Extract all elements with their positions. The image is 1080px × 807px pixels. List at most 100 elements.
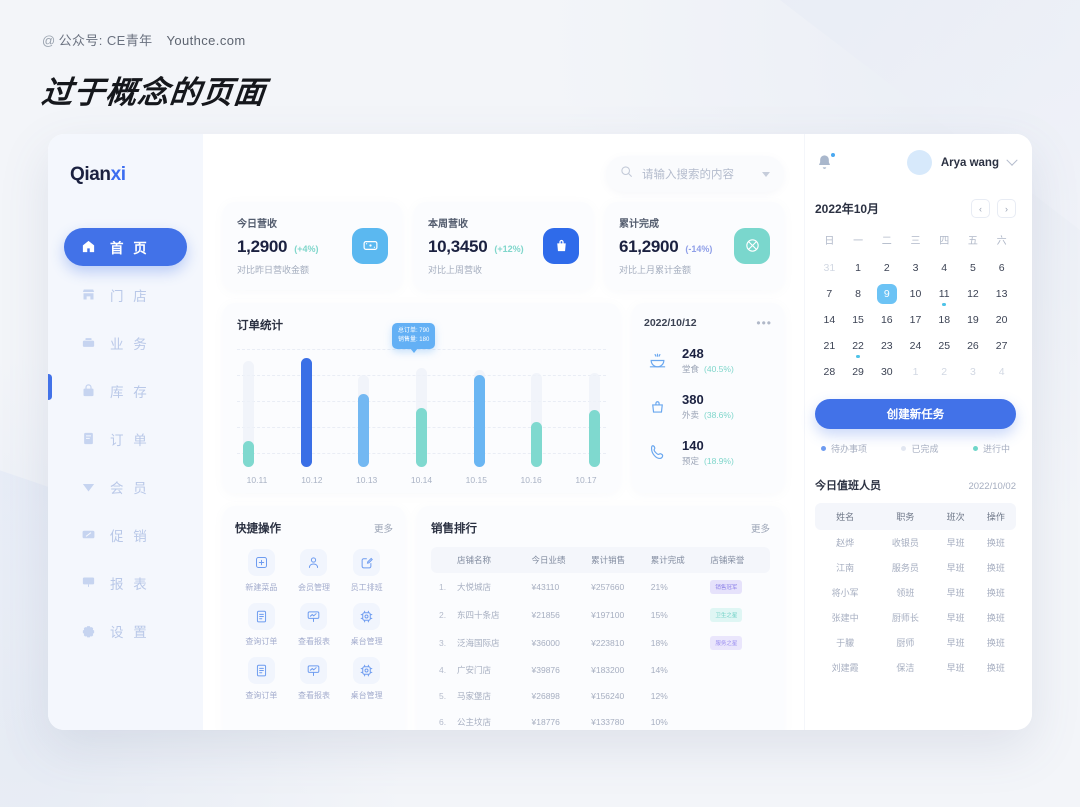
sidebar-item-2[interactable]: 门 店 — [64, 276, 187, 314]
sidebar-item-6[interactable]: 会 员 — [64, 468, 187, 506]
shop-name: 东四十条店 — [457, 610, 500, 620]
table-row[interactable]: 5. 马家堡店 ¥26898 ¥156240 12% — [431, 683, 770, 709]
quick-action-9[interactable]: 桌台管理 — [340, 657, 393, 701]
quick-action-8[interactable]: 查看报表 — [288, 657, 341, 701]
calendar-day[interactable]: 8 — [844, 283, 873, 305]
calendar-day[interactable]: 20 — [987, 309, 1016, 331]
calendar-day[interactable]: 18 — [930, 309, 959, 331]
calendar-day-number: 3 — [970, 366, 976, 378]
calendar-day[interactable]: 13 — [987, 283, 1016, 305]
search-box[interactable]: 请输入搜索的内容 — [606, 156, 784, 192]
calendar-day[interactable]: 19 — [959, 309, 988, 331]
calendar-day[interactable]: 3 — [959, 361, 988, 383]
calendar-day[interactable]: 4 — [930, 257, 959, 279]
user-menu[interactable]: Arya wang — [906, 150, 1018, 175]
ellipsis-icon[interactable]: ••• — [756, 317, 772, 329]
sidebar-item-5[interactable]: 订 单 — [64, 420, 187, 458]
calendar-day[interactable]: 22 — [844, 335, 873, 358]
sidebar-item-9[interactable]: 设 置 — [64, 612, 187, 650]
calendar-day[interactable]: 6 — [987, 257, 1016, 279]
x-tick-label: 10.11 — [246, 475, 268, 485]
quick-action-label: 桌台管理 — [350, 691, 383, 700]
calendar-day[interactable]: 21 — [815, 335, 844, 357]
calendar-day[interactable]: 1 — [844, 257, 873, 279]
order-type: 堂食 (40.5%) — [682, 364, 734, 374]
calendar-day[interactable]: 28 — [815, 361, 844, 383]
swap-shift-action[interactable]: 换班 — [976, 580, 1016, 605]
calendar-day[interactable]: 29 — [844, 361, 873, 383]
bar-slot[interactable] — [588, 349, 600, 467]
bar-slot[interactable] — [243, 349, 254, 467]
calendar-prev-button[interactable]: ‹ — [971, 199, 990, 218]
table-row[interactable]: 3. 泛海国际店 ¥36000 ¥223810 18% 服务之星 — [431, 629, 770, 657]
calendar-day[interactable]: 16 — [872, 309, 901, 331]
page-title: 过于概念的页面 — [39, 75, 268, 110]
duty-date: 2022/10/02 — [968, 481, 1016, 492]
calendar-day[interactable]: 30 — [872, 361, 901, 383]
swap-shift-action[interactable]: 换班 — [976, 605, 1016, 630]
sales-ranking-more-link[interactable]: 更多 — [751, 521, 770, 535]
table-row[interactable]: 4. 广安门店 ¥39876 ¥183200 14% — [431, 657, 770, 683]
sidebar-item-8[interactable]: 报 表 — [64, 564, 187, 602]
sidebar-item-1[interactable]: 首 页 — [64, 228, 187, 266]
calendar-day[interactable]: 7 — [815, 283, 844, 305]
sidebar-item-3[interactable]: 业 务 — [64, 324, 187, 362]
quick-action-6[interactable]: 桌台管理 — [340, 603, 393, 647]
bar-value — [473, 374, 485, 467]
stat-subtitle: 对比昨日营收金额 — [237, 265, 310, 275]
calendar-day[interactable]: 23 — [872, 335, 901, 357]
calendar-day[interactable]: 14 — [815, 309, 844, 331]
bar-slot[interactable] — [473, 349, 485, 467]
swap-shift-action[interactable]: 换班 — [976, 530, 1016, 555]
quick-action-7[interactable]: 查询订单 — [235, 657, 288, 701]
bar-slot[interactable] — [300, 349, 312, 467]
calendar-day[interactable]: 24 — [901, 335, 930, 357]
calendar-day[interactable]: 3 — [901, 257, 930, 279]
completion-percent: 14% — [650, 665, 668, 675]
calendar-day[interactable]: 5 — [959, 257, 988, 279]
create-task-button[interactable]: 创建新任务 — [815, 399, 1016, 429]
calendar-day[interactable]: 10 — [901, 283, 930, 305]
calendar-day[interactable]: 11 — [930, 283, 959, 306]
calendar-day[interactable]: 12 — [959, 283, 988, 305]
sidebar-item-7[interactable]: 促 销 — [64, 516, 187, 554]
quick-action-4[interactable]: 查询订单 — [235, 603, 288, 647]
calendar-day[interactable]: 4 — [987, 361, 1016, 383]
sidebar-item-4[interactable]: 库 存 — [64, 372, 187, 410]
bar-slot[interactable] — [531, 349, 543, 467]
calendar-day[interactable]: 15 — [844, 309, 873, 331]
calendar-day-number: 17 — [909, 314, 922, 326]
order-breakdown-rows: 248 堂食 (40.5%) 380 外卖 (38.6%) 140 预定 (18.9%) — [644, 346, 772, 467]
calendar-day[interactable]: 9 — [872, 283, 901, 305]
swap-shift-action[interactable]: 换班 — [976, 655, 1016, 680]
bell-icon[interactable] — [815, 151, 836, 173]
calendar-next-button[interactable]: › — [997, 199, 1016, 218]
quick-action-1[interactable]: 新建菜品 — [235, 549, 288, 593]
x-tick-label: 10.14 — [410, 475, 433, 485]
stat-cards: 今日营收 1,2900 (+4%) 对比昨日营收金额 本周营收 10,3450 (+12%)… — [211, 202, 792, 290]
byline: @ 公众号: CE青年 Youthce.com — [42, 30, 266, 49]
calendar-day[interactable]: 27 — [987, 335, 1016, 357]
calendar-day[interactable]: 17 — [901, 309, 930, 331]
calendar-day[interactable]: 31 — [815, 257, 844, 279]
quick-actions-more-link[interactable]: 更多 — [374, 521, 393, 535]
quick-action-5[interactable]: 查看报表 — [288, 603, 341, 647]
bar-slot[interactable] — [415, 349, 427, 467]
table-row: 刘建霞 保洁 早班 换班 — [815, 655, 1016, 680]
chevron-down-icon[interactable] — [762, 171, 770, 177]
calendar-day-number: 27 — [995, 340, 1008, 352]
calendar-day[interactable]: 25 — [930, 335, 959, 357]
chevron-down-icon[interactable] — [1006, 154, 1018, 166]
table-row[interactable]: 2. 东四十条店 ¥21856 ¥197100 15% 卫生之星 — [431, 601, 770, 629]
quick-action-3[interactable]: 员工排班 — [340, 549, 393, 593]
bar-slot[interactable] — [358, 349, 370, 467]
calendar-day[interactable]: 2 — [930, 361, 959, 383]
calendar-day[interactable]: 1 — [901, 361, 930, 383]
swap-shift-action[interactable]: 换班 — [976, 555, 1016, 580]
table-row[interactable]: 1. 大悦城店 ¥43110 ¥257660 21% 销售冠军 — [431, 573, 770, 601]
table-row[interactable]: 6. 公主坟店 ¥18776 ¥133780 10% — [431, 709, 770, 730]
calendar-day[interactable]: 26 — [959, 335, 988, 357]
swap-shift-action[interactable]: 换班 — [976, 630, 1016, 655]
calendar-day[interactable]: 2 — [872, 257, 901, 279]
quick-action-2[interactable]: 会员管理 — [288, 549, 341, 593]
